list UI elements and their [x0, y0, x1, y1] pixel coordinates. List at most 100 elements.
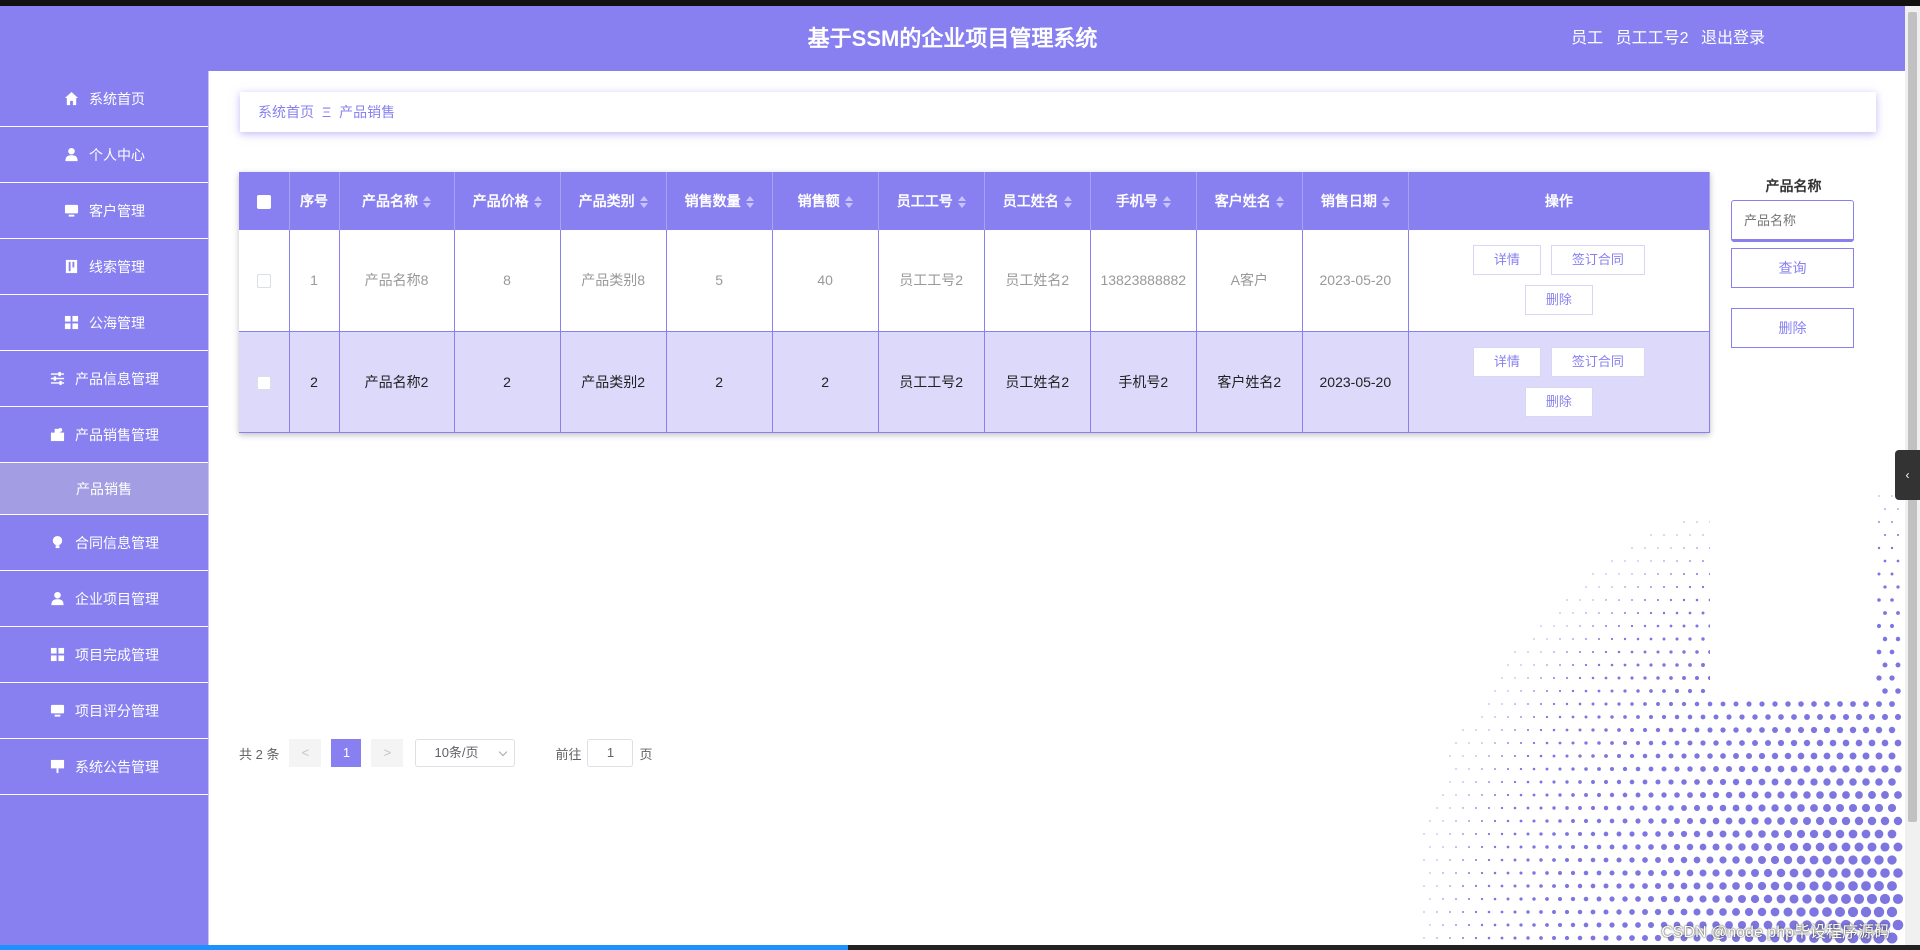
sort-icon[interactable]	[533, 196, 542, 209]
logout-link[interactable]: 退出登录	[1701, 30, 1765, 47]
column-header[interactable]: 员工工号	[878, 172, 985, 230]
page-size-select[interactable]: 10条/页	[415, 739, 516, 767]
decorative-dot	[1764, 817, 1772, 825]
column-header[interactable]: 员工姓名	[984, 172, 1091, 230]
decorative-dot	[1526, 780, 1530, 784]
sort-icon[interactable]	[1381, 196, 1390, 209]
decorative-dot	[1597, 741, 1601, 745]
decorative-dot	[1797, 778, 1805, 786]
sort-icon[interactable]	[423, 196, 432, 209]
row-checkbox[interactable]	[256, 375, 271, 390]
breadcrumb-home[interactable]: 系统首页	[258, 102, 314, 122]
sidebar-item-product-sales[interactable]: 产品销售管理	[0, 407, 208, 463]
decorative-dot	[1893, 868, 1903, 878]
column-header[interactable]: 客户姓名	[1196, 172, 1303, 230]
sort-icon[interactable]	[1275, 196, 1284, 209]
sidebar-item-leads[interactable]: 线索管理	[0, 239, 208, 295]
sidebar-item-projects[interactable]: 企业项目管理	[0, 571, 208, 627]
decorative-dot	[1597, 715, 1601, 719]
delete-button[interactable]: 删除	[1524, 285, 1593, 316]
decorative-dot	[1699, 895, 1707, 903]
decorative-dot	[1744, 881, 1754, 891]
column-header[interactable]: 产品名称	[339, 172, 455, 230]
decorative-dot	[1475, 755, 1477, 757]
select-all-checkbox[interactable]	[256, 195, 271, 210]
decorative-dot	[1816, 791, 1824, 799]
decorative-dot	[1815, 868, 1825, 878]
page-number-button[interactable]: 1	[331, 739, 362, 767]
sort-icon[interactable]	[639, 196, 648, 209]
row-checkbox[interactable]	[256, 274, 271, 289]
sort-icon[interactable]	[1063, 196, 1072, 209]
sidebar-item-profile[interactable]: 个人中心	[0, 127, 208, 183]
column-header[interactable]: 产品价格	[454, 172, 561, 230]
decorative-dot	[1675, 637, 1679, 641]
decorative-dot	[1623, 689, 1627, 693]
sidebar-item-home[interactable]: 系统首页	[0, 71, 208, 127]
sidebar-item-announcements[interactable]: 系统公告管理	[0, 739, 208, 795]
decorative-dot	[1823, 726, 1831, 734]
decorative-dot	[1829, 713, 1837, 721]
sign-contract-button[interactable]: 签订合同	[1550, 245, 1645, 276]
column-header[interactable]: 手机号	[1090, 172, 1197, 230]
decorative-dot	[1884, 508, 1886, 510]
decorative-dot	[1519, 793, 1523, 797]
sidebar-item-public-pool[interactable]: 公海管理	[0, 295, 208, 351]
sign-contract-button[interactable]: 签订合同	[1550, 346, 1645, 377]
goto-page-input[interactable]: 1	[587, 739, 634, 767]
row-select-cell[interactable]	[239, 230, 290, 332]
column-header-label: 产品名称	[362, 193, 419, 209]
decorative-dot	[1579, 651, 1581, 653]
sidebar-item-project-completion[interactable]: 项目完成管理	[0, 627, 208, 683]
sort-icon[interactable]	[1162, 196, 1171, 209]
query-button[interactable]: 查询	[1731, 248, 1854, 288]
decorative-dot	[1876, 649, 1882, 655]
batch-delete-button[interactable]: 删除	[1731, 308, 1854, 348]
decorative-dot	[1622, 766, 1628, 772]
decorative-dot	[1513, 936, 1517, 940]
decorative-dot	[1603, 857, 1609, 863]
decorative-dot	[1785, 701, 1791, 707]
sidebar-item-project-rating[interactable]: 项目评分管理	[0, 683, 208, 739]
sidebar-item-label: 合同信息管理	[75, 534, 159, 551]
decorative-dot	[1650, 560, 1652, 562]
watermark-text: CSDN @node php毕设程序源码	[1661, 924, 1890, 941]
select-all-cell[interactable]	[239, 172, 290, 230]
sort-icon[interactable]	[957, 196, 966, 209]
decorative-dot	[1848, 829, 1858, 839]
decorative-dot	[1636, 715, 1640, 719]
detail-button[interactable]: 详情	[1472, 245, 1541, 276]
decorative-dot	[1772, 727, 1778, 733]
column-header[interactable]: 销售额	[772, 172, 879, 230]
column-header[interactable]: 销售数量	[666, 172, 773, 230]
decorative-dot	[1644, 573, 1646, 575]
decorative-dot	[1699, 869, 1707, 877]
sidebar-item-customers[interactable]: 客户管理	[0, 183, 208, 239]
collapse-panel-button[interactable]: ‹	[1895, 450, 1920, 500]
sidebar-item-product-info[interactable]: 产品信息管理	[0, 351, 208, 407]
row-select-cell[interactable]	[239, 331, 290, 433]
sort-icon[interactable]	[745, 196, 754, 209]
product-name-input[interactable]	[1731, 200, 1854, 242]
decorative-dot	[1681, 727, 1687, 733]
sidebar-subitem-product-sales[interactable]: 产品销售	[0, 463, 208, 515]
column-header[interactable]: 销售日期	[1302, 172, 1409, 230]
decorative-dot	[1655, 857, 1661, 863]
decorative-dot	[1894, 739, 1902, 747]
delete-button[interactable]: 删除	[1524, 386, 1593, 417]
next-page-button[interactable]: >	[371, 739, 404, 767]
decorative-dot	[1642, 883, 1648, 889]
decorative-dot	[1687, 714, 1693, 720]
scrollbar-thumb[interactable]	[1908, 12, 1917, 822]
sidebar-item-contracts[interactable]: 合同信息管理	[0, 515, 208, 571]
decorative-dot	[1888, 778, 1896, 786]
decorative-dot	[1772, 701, 1778, 707]
column-header[interactable]: 产品类别	[560, 172, 667, 230]
decorative-dot	[1507, 690, 1509, 692]
decorative-dot	[1784, 726, 1792, 734]
table-row: 1 产品名称8 8 产品类别8 5 40 员工工号2 员工姓名2 1382388…	[239, 230, 1711, 332]
detail-button[interactable]: 详情	[1472, 346, 1541, 377]
prev-page-button[interactable]: <	[289, 739, 322, 767]
sort-icon[interactable]	[844, 196, 853, 209]
decorative-dot	[1584, 715, 1588, 719]
